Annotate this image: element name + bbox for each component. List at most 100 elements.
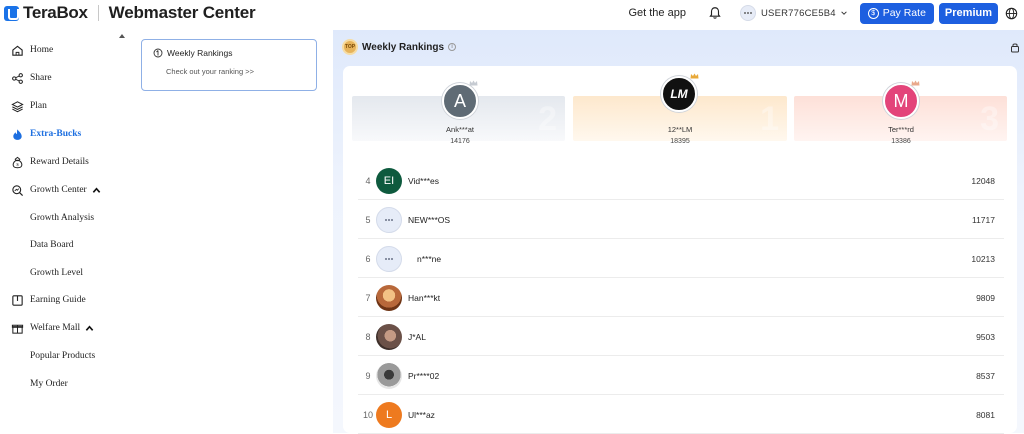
dollar-coin-icon: $ — [867, 7, 879, 19]
ranking-badge-icon — [153, 48, 163, 58]
sidebar-item-data-board[interactable]: Data Board — [0, 235, 120, 255]
rank-number: 6 — [365, 254, 371, 264]
podium-name: 12**LM — [667, 125, 693, 134]
scroll-up-arrow-icon[interactable] — [119, 34, 125, 38]
pay-rate-label: Pay Rate — [882, 7, 926, 19]
avatar[interactable]: A — [442, 83, 478, 119]
rank-number: 4 — [365, 176, 371, 186]
crown-icon — [469, 80, 478, 86]
chevron-up-icon[interactable] — [85, 324, 94, 333]
avatar[interactable]: M — [883, 83, 919, 119]
table-row[interactable]: 6 n***ne 10213 — [358, 240, 1004, 278]
table-row[interactable]: 4 EI Vid***es 12048 — [358, 162, 1004, 200]
sidebar-item-reward-details[interactable]: $ Reward Details — [0, 152, 120, 172]
sidebar-item-label: Data Board — [30, 240, 74, 250]
weekly-rankings-header: TOP Weekly Rankings i — [342, 39, 457, 55]
sidebar-item-extra-bucks[interactable]: Extra-Bucks — [0, 124, 120, 144]
gift-icon — [11, 324, 24, 334]
sidebar-item-plan[interactable]: Plan — [0, 96, 120, 116]
header-divider — [97, 5, 99, 21]
card-title-row: Weekly Rankings — [153, 48, 233, 58]
avatar — [376, 285, 402, 311]
weekly-rankings-title: Weekly Rankings — [362, 41, 445, 53]
check-ranking-link[interactable]: Check out your ranking >> — [166, 67, 254, 76]
username: USER776CE5B4 — [760, 7, 836, 19]
avatar — [376, 363, 402, 389]
sidebar-item-label: Popular Products — [30, 351, 96, 361]
premium-label: Premium — [944, 7, 992, 19]
sidebar-item-label: Share — [30, 73, 52, 83]
share-icon — [12, 72, 23, 84]
card-title: Weekly Rankings — [167, 48, 233, 58]
avatar — [739, 5, 756, 21]
podium-score: 13386 — [891, 138, 911, 145]
avatar-initial: A — [453, 90, 466, 111]
bell-icon[interactable] — [708, 6, 722, 20]
table-row[interactable]: 5 NEW***OS 11717 — [358, 201, 1004, 239]
premium-button[interactable]: Premium — [938, 2, 998, 24]
row-name: J*AL — [408, 332, 426, 342]
sidebar-item-label: Reward Details — [30, 157, 89, 167]
sidebar-item-label: Extra-Bucks — [30, 129, 82, 139]
sidebar-item-earning-guide[interactable]: Earning Guide — [0, 290, 120, 310]
table-row[interactable]: 8 J*AL 9503 — [358, 318, 1004, 356]
table-row[interactable]: 10 L Ul***az 8081 — [358, 396, 1004, 434]
lock-icon[interactable] — [1010, 42, 1020, 53]
globe-icon[interactable] — [1005, 7, 1018, 20]
medal-icon: TOP — [342, 39, 358, 55]
rank-number: 10 — [362, 410, 373, 420]
sidebar-item-label: My Order — [30, 379, 68, 389]
row-score: 11717 — [971, 215, 995, 225]
rank-number: 8 — [365, 332, 371, 342]
row-score: 10213 — [971, 254, 995, 264]
layers-icon — [11, 100, 24, 112]
sidebar-item-growth-center[interactable]: Growth Center — [0, 180, 120, 200]
chevron-up-icon[interactable] — [92, 186, 101, 195]
rank-number: 5 — [365, 215, 371, 225]
rank-number: 7 — [365, 293, 371, 303]
sidebar-item-label: Earning Guide — [30, 295, 86, 305]
sidebar-item-label: Welfare Mall — [30, 323, 81, 333]
podium-place-number: 3 — [980, 100, 999, 138]
sidebar-item-welfare-mall[interactable]: Welfare Mall — [0, 318, 120, 338]
pay-rate-button[interactable]: $ Pay Rate — [859, 2, 934, 24]
user-menu[interactable]: USER776CE5B4 — [739, 5, 848, 21]
book-icon — [12, 294, 23, 306]
avatar[interactable]: LM — [661, 76, 697, 112]
growth-icon — [12, 184, 24, 196]
row-score: 8537 — [976, 371, 995, 381]
weekly-rankings-card[interactable]: Weekly Rankings Check out your ranking >… — [141, 39, 317, 91]
brand-name: TeraBox — [23, 3, 88, 22]
sidebar-item-share[interactable]: Share — [0, 68, 120, 88]
sidebar: Home Share Plan Extra-Bucks $ Reward Det… — [0, 33, 120, 433]
sidebar-item-growth-level[interactable]: Growth Level — [0, 263, 120, 283]
page-title: Webmaster Center — [108, 3, 256, 22]
sidebar-item-label: Growth Level — [30, 268, 84, 278]
row-name: Han***kt — [408, 293, 441, 303]
get-app-link[interactable]: Get the app — [628, 7, 686, 19]
row-score: 9809 — [976, 293, 995, 303]
sidebar-item-popular-products[interactable]: Popular Products — [0, 346, 120, 366]
sidebar-item-growth-analysis[interactable]: Growth Analysis — [0, 208, 120, 228]
avatar — [376, 207, 402, 233]
avatar: L — [376, 402, 402, 428]
sidebar-item-my-order[interactable]: My Order — [0, 374, 120, 394]
podium-place-number: 2 — [538, 100, 557, 138]
table-row[interactable]: 7 Han***kt 9809 — [358, 279, 1004, 317]
rank-number: 9 — [365, 371, 371, 381]
terabox-logo-icon — [4, 5, 19, 21]
podium-score: 18395 — [670, 138, 690, 145]
info-icon[interactable]: i — [448, 43, 457, 51]
default-avatar-icon — [384, 219, 394, 221]
row-score: 8081 — [976, 410, 995, 420]
podium-name: Ter***rd — [888, 125, 914, 134]
avatar — [376, 324, 402, 350]
row-name: NEW***OS — [408, 215, 451, 225]
table-row[interactable]: 9 Pr****02 8537 — [358, 357, 1004, 395]
avatar-initial: EI — [383, 175, 395, 187]
crown-icon — [911, 80, 920, 86]
avatar-initial: M — [893, 90, 909, 111]
terabox-logo[interactable]: TeraBox — [4, 3, 88, 23]
sidebar-item-home[interactable]: Home — [0, 40, 120, 60]
crown-icon — [690, 73, 699, 79]
